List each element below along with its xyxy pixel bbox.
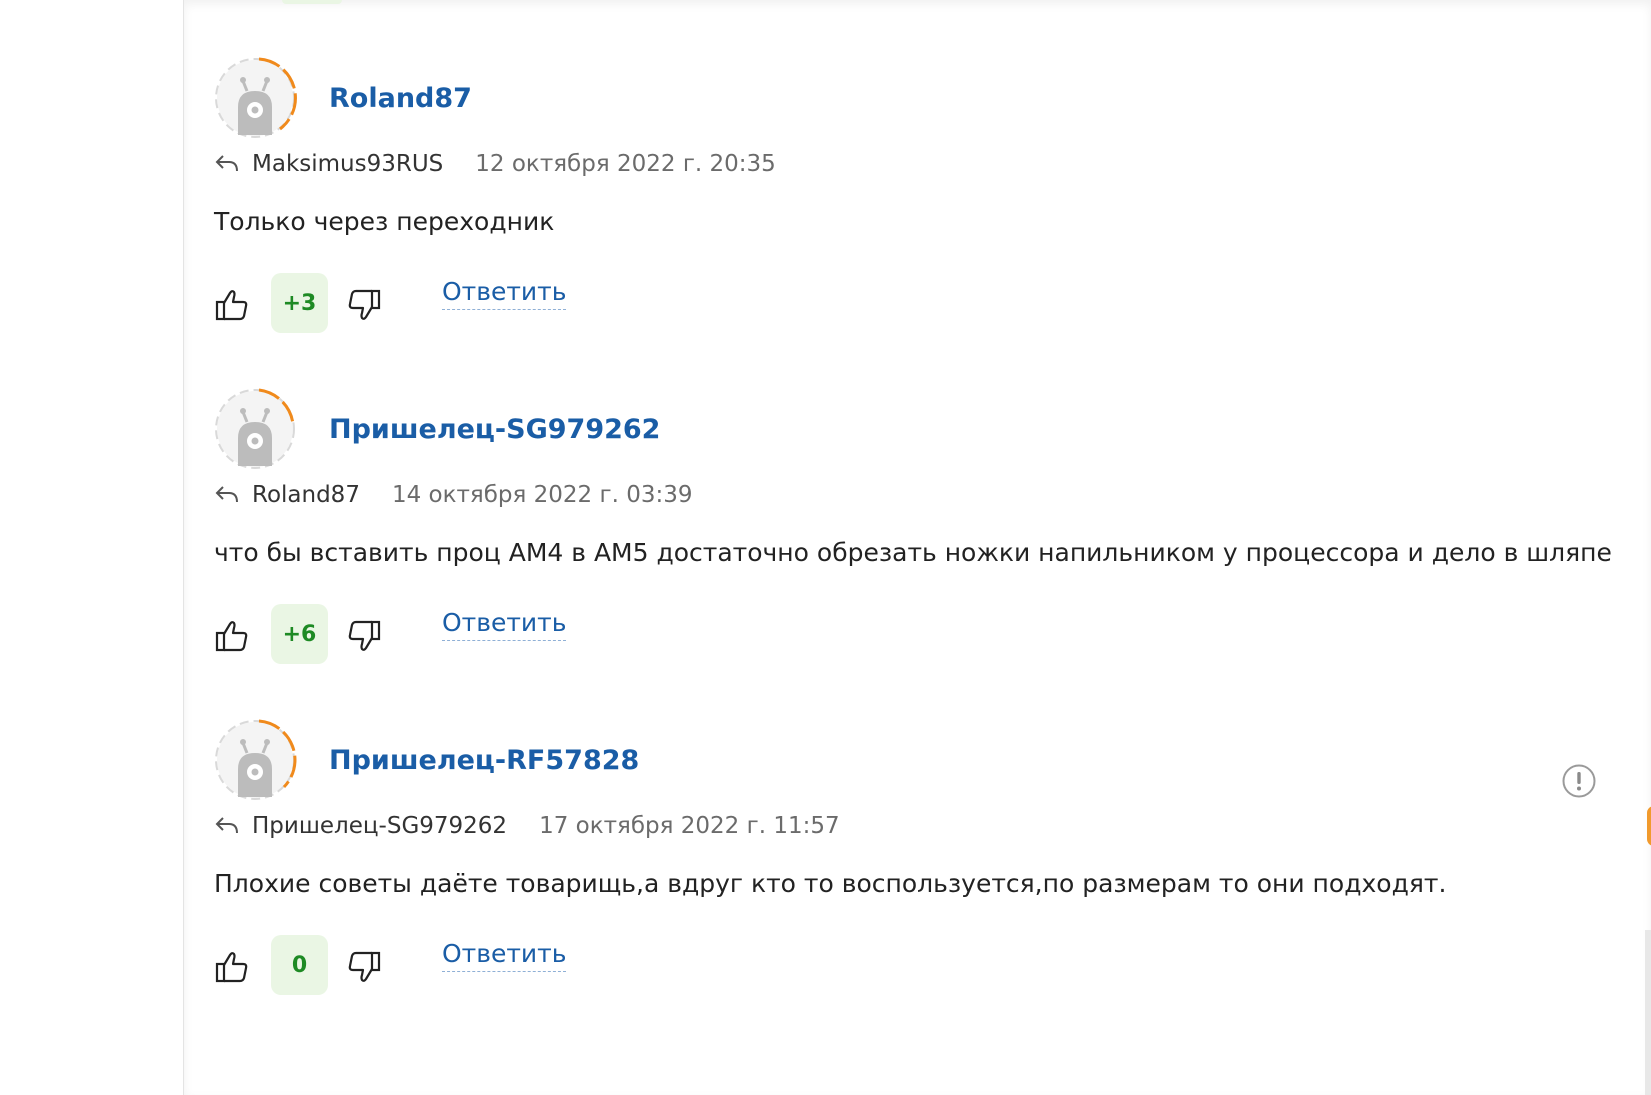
reply-button[interactable]: Ответить xyxy=(442,608,567,641)
thumbs-up-icon[interactable] xyxy=(214,287,250,323)
side-widget-edge[interactable] xyxy=(1647,806,1651,846)
thumbs-down-icon[interactable] xyxy=(346,949,382,985)
alien-avatar-icon[interactable] xyxy=(214,57,304,147)
comment-score: 0 xyxy=(271,935,328,995)
comments-section: Roland87 Maksimus93RUS 12 октября 2022 г… xyxy=(184,0,1651,1095)
thumbs-down-icon[interactable] xyxy=(346,287,382,323)
exclamation-circle-icon[interactable] xyxy=(1562,764,1596,798)
scrollbar[interactable] xyxy=(1645,930,1651,1095)
reply-to-user[interactable]: Maksimus93RUS xyxy=(252,151,443,177)
comment-actions: +3 Ответить xyxy=(214,273,714,335)
comment-meta: Пришелец-SG979262 17 октября 2022 г. 11:… xyxy=(214,811,840,841)
comment-author[interactable]: Пришелец-SG979262 xyxy=(329,414,660,445)
reply-to-user[interactable]: Roland87 xyxy=(252,482,360,508)
left-gutter xyxy=(0,0,184,1095)
reply-to-user[interactable]: Пришелец-SG979262 xyxy=(252,813,507,839)
comment-meta: Roland87 14 октября 2022 г. 03:39 xyxy=(214,480,693,510)
page: Roland87 Maksimus93RUS 12 октября 2022 г… xyxy=(0,0,1651,1095)
comment-date: 14 октября 2022 г. 03:39 xyxy=(391,482,693,508)
thumbs-up-icon[interactable] xyxy=(214,618,250,654)
thumbs-up-icon[interactable] xyxy=(214,949,250,985)
comment-actions: +6 Ответить xyxy=(214,604,714,666)
comment-author[interactable]: Roland87 xyxy=(329,83,472,114)
reply-arrow-icon xyxy=(215,486,238,503)
alien-avatar-icon[interactable] xyxy=(214,388,304,478)
reply-arrow-icon xyxy=(215,817,238,834)
comment-date: 12 октября 2022 г. 20:35 xyxy=(475,151,776,177)
thumbs-down-icon[interactable] xyxy=(346,618,382,654)
comment-actions: 0 Ответить xyxy=(214,935,714,997)
reply-button[interactable]: Ответить xyxy=(442,277,567,310)
comment-date: 17 октября 2022 г. 11:57 xyxy=(539,813,840,839)
reply-arrow-icon xyxy=(215,155,238,172)
reply-button[interactable]: Ответить xyxy=(442,939,567,972)
comment-text: Плохие советы даёте товарищь,а вдруг кто… xyxy=(214,869,1447,898)
comment-text: Только через переходник xyxy=(214,207,555,236)
comment-item: Пришелец-SG979262 Roland87 14 октября 20… xyxy=(214,388,1614,708)
comment-score: +6 xyxy=(271,604,328,664)
comment-text: что бы вставить проц АМ4 в АМ5 достаточн… xyxy=(214,538,1612,567)
comment-item: Пришелец-RF57828 Пришелец-SG979262 17 ок… xyxy=(214,719,1614,1039)
comment-meta: Maksimus93RUS 12 октября 2022 г. 20:35 xyxy=(214,149,776,179)
alien-avatar-icon[interactable] xyxy=(214,719,304,809)
comment-author[interactable]: Пришелец-RF57828 xyxy=(329,745,639,776)
comment-item: Roland87 Maksimus93RUS 12 октября 2022 г… xyxy=(214,57,1614,377)
previous-score-badge-edge xyxy=(282,0,342,4)
comment-score: +3 xyxy=(271,273,328,333)
